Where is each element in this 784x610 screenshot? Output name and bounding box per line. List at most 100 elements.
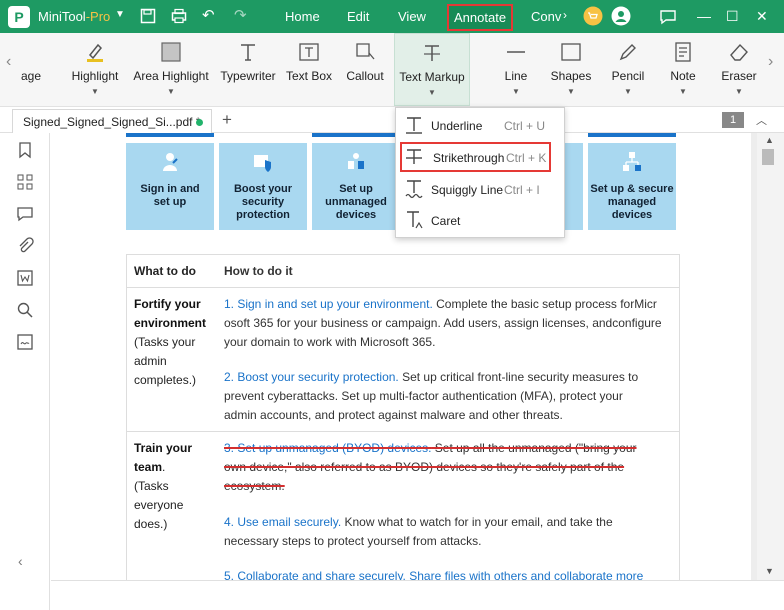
maximize-icon[interactable]: ☐ (726, 8, 739, 25)
line-icon (505, 41, 527, 63)
title-bar: P MiniTool-Pro ▼ ↶ ↷ Home Edit View Anno… (0, 0, 784, 33)
underline-icon (404, 115, 424, 135)
menu-home[interactable]: Home (285, 9, 320, 24)
area-highlight-tool[interactable]: Area Highlight ▼ (130, 33, 212, 106)
bookmark-icon[interactable] (16, 141, 34, 159)
scroll-down-icon[interactable]: ▼ (765, 566, 774, 576)
signature-icon[interactable] (16, 333, 34, 351)
note-tool[interactable]: Note ▼ (663, 33, 703, 106)
comments-icon[interactable] (16, 205, 34, 223)
scroll-thumb[interactable] (762, 149, 774, 165)
chevron-down-icon[interactable]: ▼ (512, 87, 520, 96)
scroll-up-icon[interactable]: ▲ (765, 135, 774, 145)
text-markup-icon (421, 42, 443, 64)
add-tab-button[interactable]: + (222, 110, 232, 130)
menu-item-caret[interactable]: Caret (396, 205, 564, 235)
row-task-label: Train your team. (Tasks everyone does.) (134, 441, 193, 531)
pencil-tool[interactable]: Pencil ▼ (606, 33, 650, 106)
link-email-securely[interactable]: 4. Use email securely. (224, 515, 341, 529)
chevron-down-icon[interactable]: ▼ (91, 87, 99, 96)
user-avatar-icon[interactable] (611, 6, 631, 29)
link-boost-security[interactable]: 2. Boost your security protection. (224, 370, 399, 384)
text-markup-tool[interactable]: Text Markup ▼ (394, 33, 470, 106)
redo-icon[interactable]: ↷ (234, 8, 247, 24)
shapes-tool[interactable]: Shapes ▼ (546, 33, 596, 106)
menu-convert[interactable]: Conv (531, 9, 561, 24)
print-icon[interactable] (171, 8, 187, 28)
text-markup-dropdown: Underline Ctrl + U Strikethrough Ctrl + … (395, 107, 565, 238)
tile-unmanaged-devices: Set up unmanaged devices (312, 143, 400, 230)
strikethrough-paragraph: 3. Set up unmanaged (BYOD) devices. Set … (224, 441, 637, 493)
typewriter-tool[interactable]: Typewriter (218, 33, 278, 106)
text-box-tool[interactable]: Text Box (284, 33, 334, 106)
app-logo: P (8, 6, 30, 28)
menu-item-underline[interactable]: Underline Ctrl + U (396, 110, 564, 140)
table-row: Train your team. (Tasks everyone does.) … (127, 432, 679, 580)
row-task-label: Fortify your environment (Tasks your adm… (134, 297, 207, 387)
undo-icon[interactable]: ↶ (202, 8, 215, 24)
caret-icon (404, 210, 424, 230)
chevron-down-icon[interactable]: ▼ (735, 87, 743, 96)
document-tab[interactable]: Signed_Signed_Signed_Si...pdf * (12, 109, 212, 133)
chevron-down-icon[interactable]: ▼ (567, 87, 575, 96)
menu-view[interactable]: View (398, 9, 426, 24)
vertical-scrollbar[interactable]: ▲ ▼ (757, 133, 784, 580)
modified-dot-icon (196, 119, 203, 126)
bottom-strip (51, 580, 784, 610)
link-unmanaged-devices[interactable]: 3. Set up unmanaged (BYOD) devices. (224, 441, 431, 455)
table-header-row: What to do How to do it (127, 255, 679, 288)
chevron-up-icon[interactable]: ︿ (756, 112, 767, 128)
tile-sign-in: Sign in and set up (126, 143, 214, 230)
eraser-icon (728, 41, 750, 63)
chevron-down-icon[interactable]: ▼ (679, 87, 687, 96)
search-icon[interactable] (16, 301, 34, 319)
highlight-tool[interactable]: Highlight ▼ (65, 33, 125, 106)
page-number-badge: 1 (722, 112, 744, 128)
menu-item-strikethrough[interactable]: Strikethrough Ctrl + K (400, 142, 551, 172)
highlighter-icon (84, 41, 106, 63)
ribbon-scroll-left-icon[interactable]: ‹ (6, 53, 11, 71)
tile-top-bar (588, 133, 676, 137)
row-instructions: 3. Set up unmanaged (BYOD) devices. Set … (224, 439, 664, 580)
chevron-down-icon[interactable]: ▼ (624, 87, 632, 96)
table-row: Fortify your environment (Tasks your adm… (127, 288, 679, 432)
ribbon-scroll-right-icon[interactable]: › (768, 53, 773, 71)
app-name: MiniTool-Pro (38, 9, 111, 24)
shield-icon (253, 151, 273, 173)
attachment-icon[interactable] (16, 237, 34, 255)
tile-managed-devices: Set up & secure managed devices (588, 143, 676, 230)
cart-icon[interactable] (583, 6, 603, 29)
thumbnails-icon[interactable] (16, 173, 34, 191)
menu-item-squiggly-line[interactable]: Squiggly Line Ctrl + I (396, 174, 564, 204)
menu-annotate[interactable]: Annotate (447, 4, 514, 31)
minimize-icon[interactable]: — (697, 8, 711, 24)
paragraph: 4. Use email securely. Know what to watc… (224, 515, 613, 548)
callout-tool[interactable]: Callout (342, 33, 388, 106)
callout-icon (354, 41, 376, 63)
chevron-down-icon[interactable]: ▼ (428, 88, 436, 97)
devices-icon (346, 151, 366, 173)
ribbon-tool-partial[interactable]: age (18, 33, 44, 106)
link-sign-in[interactable]: 1. Sign in and set up your environment. (224, 297, 433, 311)
paragraph: 1. Sign in and set up your environment. … (224, 297, 662, 349)
close-icon[interactable]: ✕ (756, 8, 768, 25)
save-icon[interactable] (140, 8, 156, 28)
chevron-left-icon[interactable]: ‹ (18, 553, 23, 569)
paragraph-partial: 5. Collaborate and share securely. Share… (224, 569, 644, 580)
shapes-icon (560, 41, 582, 63)
menu-scroll-right-icon[interactable]: › (563, 8, 567, 22)
tile-top-bar (126, 133, 214, 137)
menu-edit[interactable]: Edit (347, 9, 369, 24)
network-devices-icon (622, 151, 642, 173)
person-icon (160, 151, 180, 173)
eraser-tool[interactable]: Eraser ▼ (716, 33, 762, 106)
chevron-down-icon[interactable]: ▼ (167, 87, 175, 96)
word-convert-icon[interactable] (16, 269, 34, 287)
app-menu-dropdown-icon[interactable]: ▼ (115, 9, 125, 20)
tasks-table: What to do How to do it Fortify your env… (126, 254, 680, 580)
pencil-icon (617, 41, 639, 63)
feedback-icon[interactable] (659, 8, 677, 29)
header-how-to-do-it: How to do it (224, 264, 293, 278)
annotate-ribbon: ‹ age Highlight ▼ Area Highlight ▼ Typew… (0, 33, 784, 107)
line-tool[interactable]: Line ▼ (494, 33, 538, 106)
